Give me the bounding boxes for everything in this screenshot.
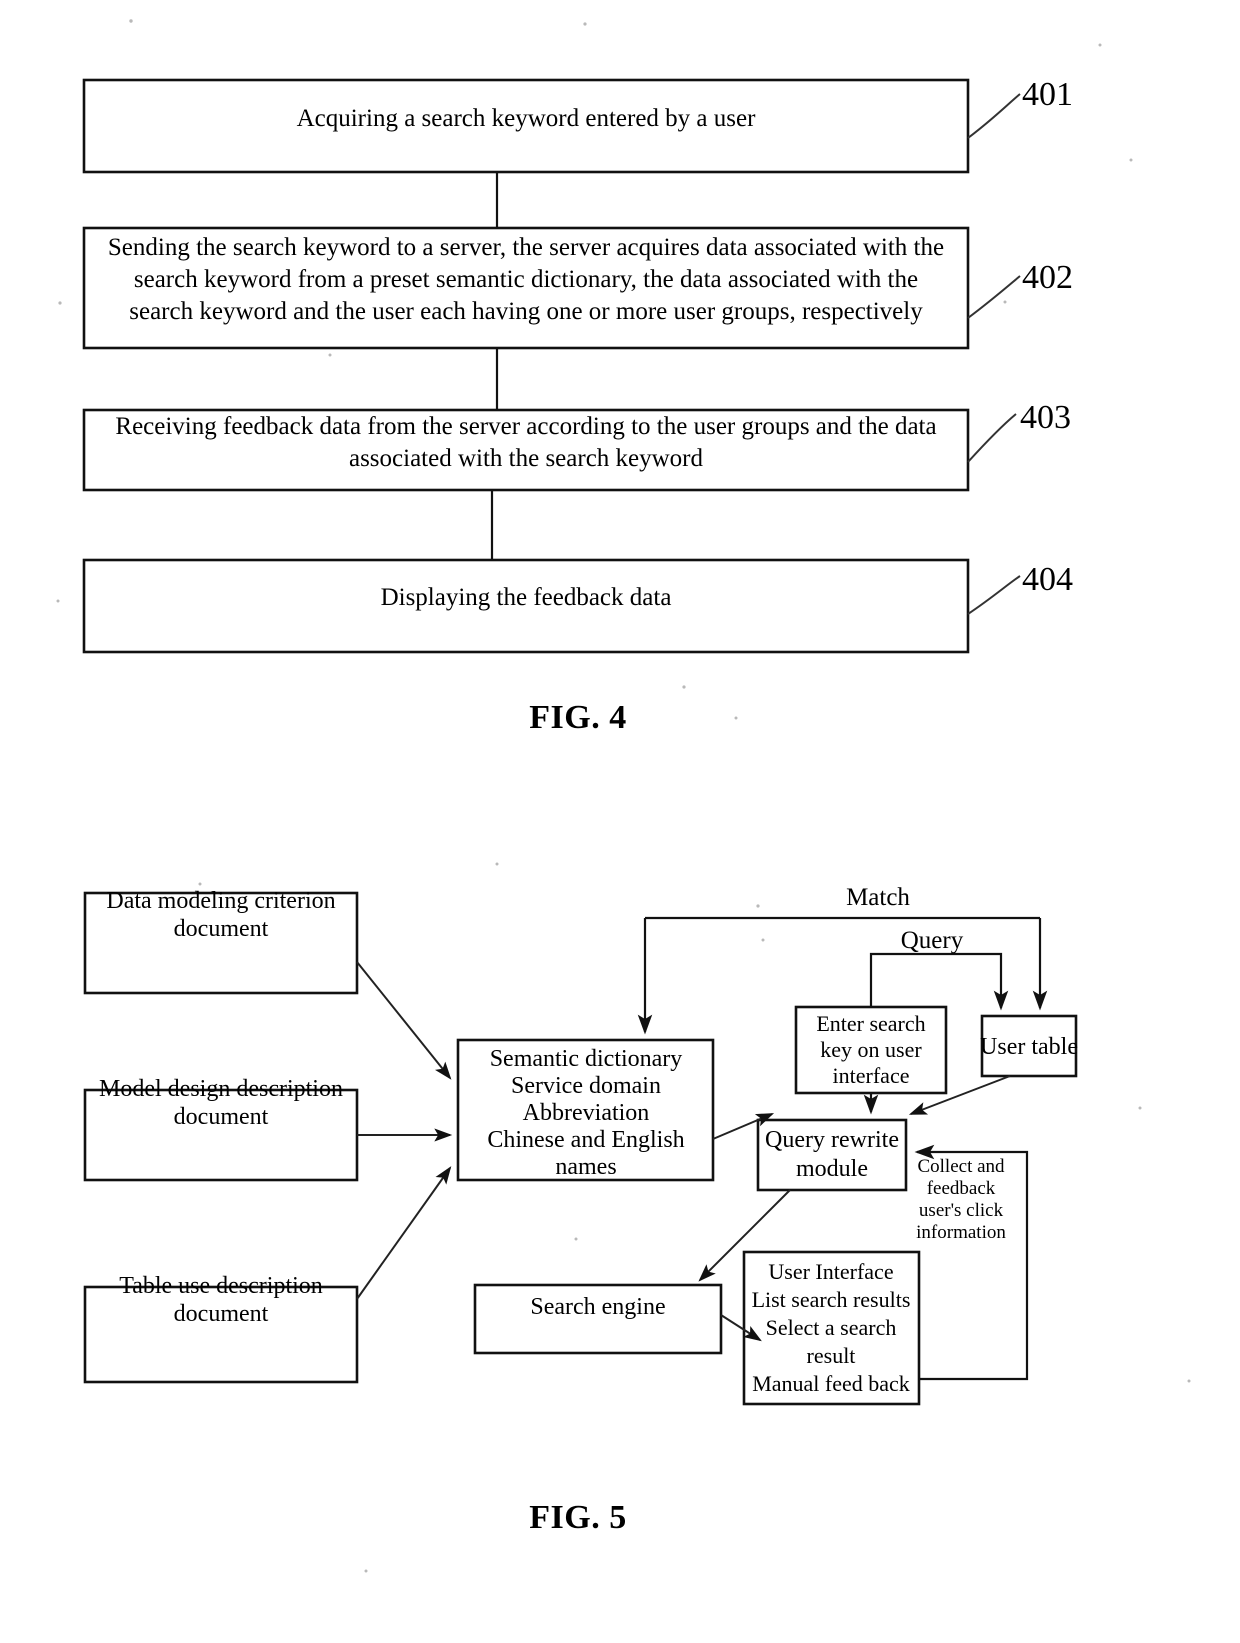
figure-4-caption: FIG. 4 — [529, 699, 626, 736]
flow-step-401: Acquiring a search keyword entered by a … — [82, 76, 1073, 174]
flow-step-404-line-1: Displaying the feedback data — [381, 584, 672, 611]
node-model-design-line-2: document — [174, 1104, 269, 1130]
node-search-engine: Search engine — [473, 1283, 723, 1355]
ref-numeral-401: 401 — [1022, 76, 1073, 113]
node-table-use-line-2: document — [174, 1301, 269, 1327]
edge-label-match: Match — [846, 884, 910, 911]
node-user-interface: User Interface List search results Selec… — [742, 1250, 921, 1406]
node-user-interface-line-4: result — [807, 1343, 856, 1368]
node-user-table-label: User table — [980, 1034, 1078, 1060]
flow-step-403: Receiving feedback data from the server … — [82, 399, 1071, 492]
node-semantic-dictionary-line-4: Chinese and English — [487, 1127, 684, 1153]
node-semantic-dictionary-line-2: Service domain — [511, 1073, 661, 1099]
flow-step-401-line-1: Acquiring a search keyword entered by a … — [297, 105, 757, 132]
node-user-interface-line-5: Manual feed back — [752, 1371, 910, 1396]
node-semantic-dictionary-line-3: Abbreviation — [523, 1100, 650, 1126]
node-model-design-line-1: Model design description — [99, 1076, 343, 1102]
ref-numeral-403: 403 — [1020, 399, 1071, 436]
node-user-interface-line-2: List search results — [752, 1287, 911, 1312]
edge-label-feedback-line-4: information — [916, 1222, 1006, 1243]
edge-label-query: Query — [901, 927, 964, 954]
ref-numeral-402: 402 — [1022, 259, 1073, 296]
node-semantic-dictionary-line-1: Semantic dictionary — [490, 1046, 683, 1072]
node-semantic-dictionary-line-5: names — [555, 1154, 616, 1180]
node-semantic-dictionary: Semantic dictionary Service domain Abbre… — [456, 1038, 715, 1182]
node-user-interface-line-3: Select a search — [766, 1315, 897, 1340]
node-user-table: User table — [980, 1014, 1078, 1078]
node-data-modeling-line-1: Data modeling criterion — [106, 888, 335, 914]
node-enter-search-key: Enter search key on user interface — [794, 1005, 948, 1095]
flow-step-403-line-1: Receiving feedback data from the server … — [115, 413, 936, 440]
flow-step-402: Sending the search keyword to a server, … — [82, 226, 1073, 350]
flow-step-402-line-1: Sending the search keyword to a server, … — [108, 234, 944, 261]
node-query-rewrite-module: Query rewrite module — [756, 1118, 908, 1192]
node-model-design-description-document: Model design description document — [83, 1076, 359, 1182]
flow-step-404: Displaying the feedback data 404 — [82, 558, 1073, 654]
edge-label-feedback-line-3: user's click — [919, 1200, 1004, 1221]
patent-drawing-sheet: Acquiring a search keyword entered by a … — [0, 0, 1240, 1643]
node-enter-search-key-line-3: interface — [833, 1063, 910, 1088]
node-query-rewrite-line-2: module — [796, 1156, 868, 1182]
edge-label-feedback-line-2: feedback — [927, 1178, 996, 1199]
node-enter-search-key-line-2: key on user — [820, 1037, 922, 1062]
node-query-rewrite-line-1: Query rewrite — [765, 1127, 899, 1153]
node-table-use-description-document: Table use description document — [83, 1273, 359, 1384]
node-enter-search-key-line-1: Enter search — [816, 1011, 925, 1036]
node-table-use-line-1: Table use description — [119, 1273, 323, 1299]
ref-numeral-404: 404 — [1022, 561, 1073, 598]
node-data-modeling-line-2: document — [174, 916, 269, 942]
edge-label-feedback-line-1: Collect and — [917, 1156, 1005, 1177]
flow-step-402-line-3: search keyword and the user each having … — [129, 298, 923, 325]
flow-step-403-line-2: associated with the search keyword — [349, 445, 704, 472]
node-user-interface-line-1: User Interface — [768, 1259, 893, 1284]
node-search-engine-label: Search engine — [530, 1294, 665, 1320]
flow-step-402-line-2: search keyword from a preset semantic di… — [134, 266, 918, 293]
figure-5-caption: FIG. 5 — [529, 1499, 626, 1536]
node-data-modeling-criterion-document: Data modeling criterion document — [83, 888, 359, 995]
